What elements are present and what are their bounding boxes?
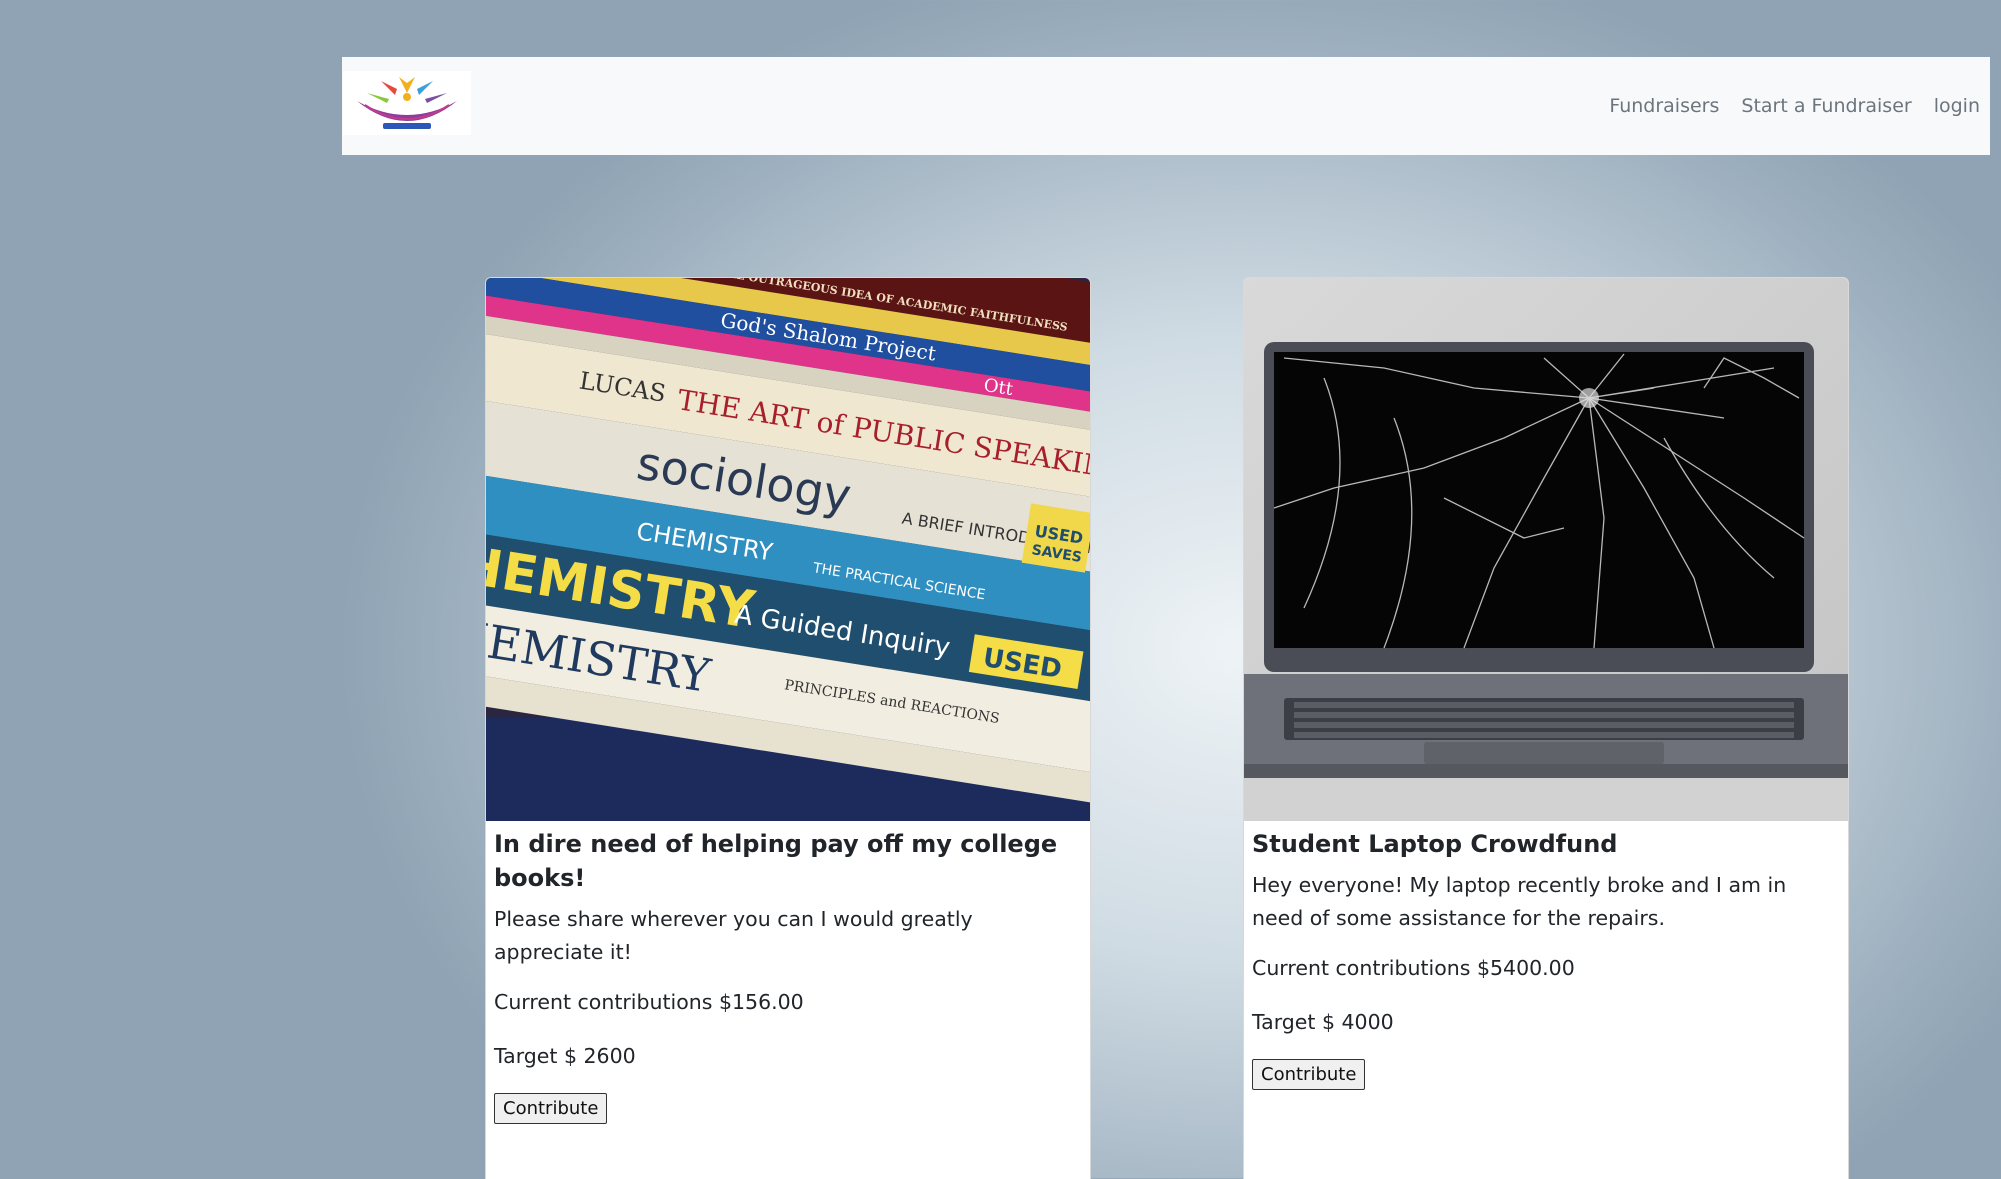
logo-icon: [357, 77, 457, 129]
nav-links: Fundraisers Start a Fundraiser login: [1609, 57, 1980, 155]
card-body: Student Laptop Crowdfund Hey everyone! M…: [1252, 821, 1834, 1090]
nav-link-start-fundraiser[interactable]: Start a Fundraiser: [1741, 95, 1911, 117]
college-textbooks-image: THE OUTRAGEOUS IDEA OF ACADEMIC FAITHFUL…: [486, 278, 1090, 821]
current-contributions: Current contributions $156.00: [494, 990, 804, 1014]
card-title: Student Laptop Crowdfund: [1252, 830, 1618, 858]
current-contributions: Current contributions $5400.00: [1252, 956, 1575, 980]
nav-link-fundraisers[interactable]: Fundraisers: [1609, 95, 1719, 117]
contribute-button[interactable]: Contribute: [1252, 1059, 1366, 1090]
card-description: Please share wherever you can I would gr…: [494, 907, 973, 964]
card-title: In dire need of helping pay off my colle…: [494, 830, 1058, 892]
target-amount: Target $ 2600: [494, 1044, 636, 1068]
fundraiser-card: Student Laptop Crowdfund Hey everyone! M…: [1243, 277, 1849, 1179]
target-amount: Target $ 4000: [1252, 1010, 1394, 1034]
card-body: In dire need of helping pay off my colle…: [494, 821, 1076, 1124]
card-description: Hey everyone! My laptop recently broke a…: [1252, 873, 1787, 930]
site-logo[interactable]: [343, 71, 471, 135]
contribute-button[interactable]: Contribute: [494, 1093, 608, 1124]
fundraiser-card: THE OUTRAGEOUS IDEA OF ACADEMIC FAITHFUL…: [485, 277, 1091, 1179]
broken-laptop-image: [1244, 278, 1848, 821]
navbar: Fundraisers Start a Fundraiser login: [342, 57, 1990, 155]
nav-link-login[interactable]: login: [1934, 95, 1980, 117]
